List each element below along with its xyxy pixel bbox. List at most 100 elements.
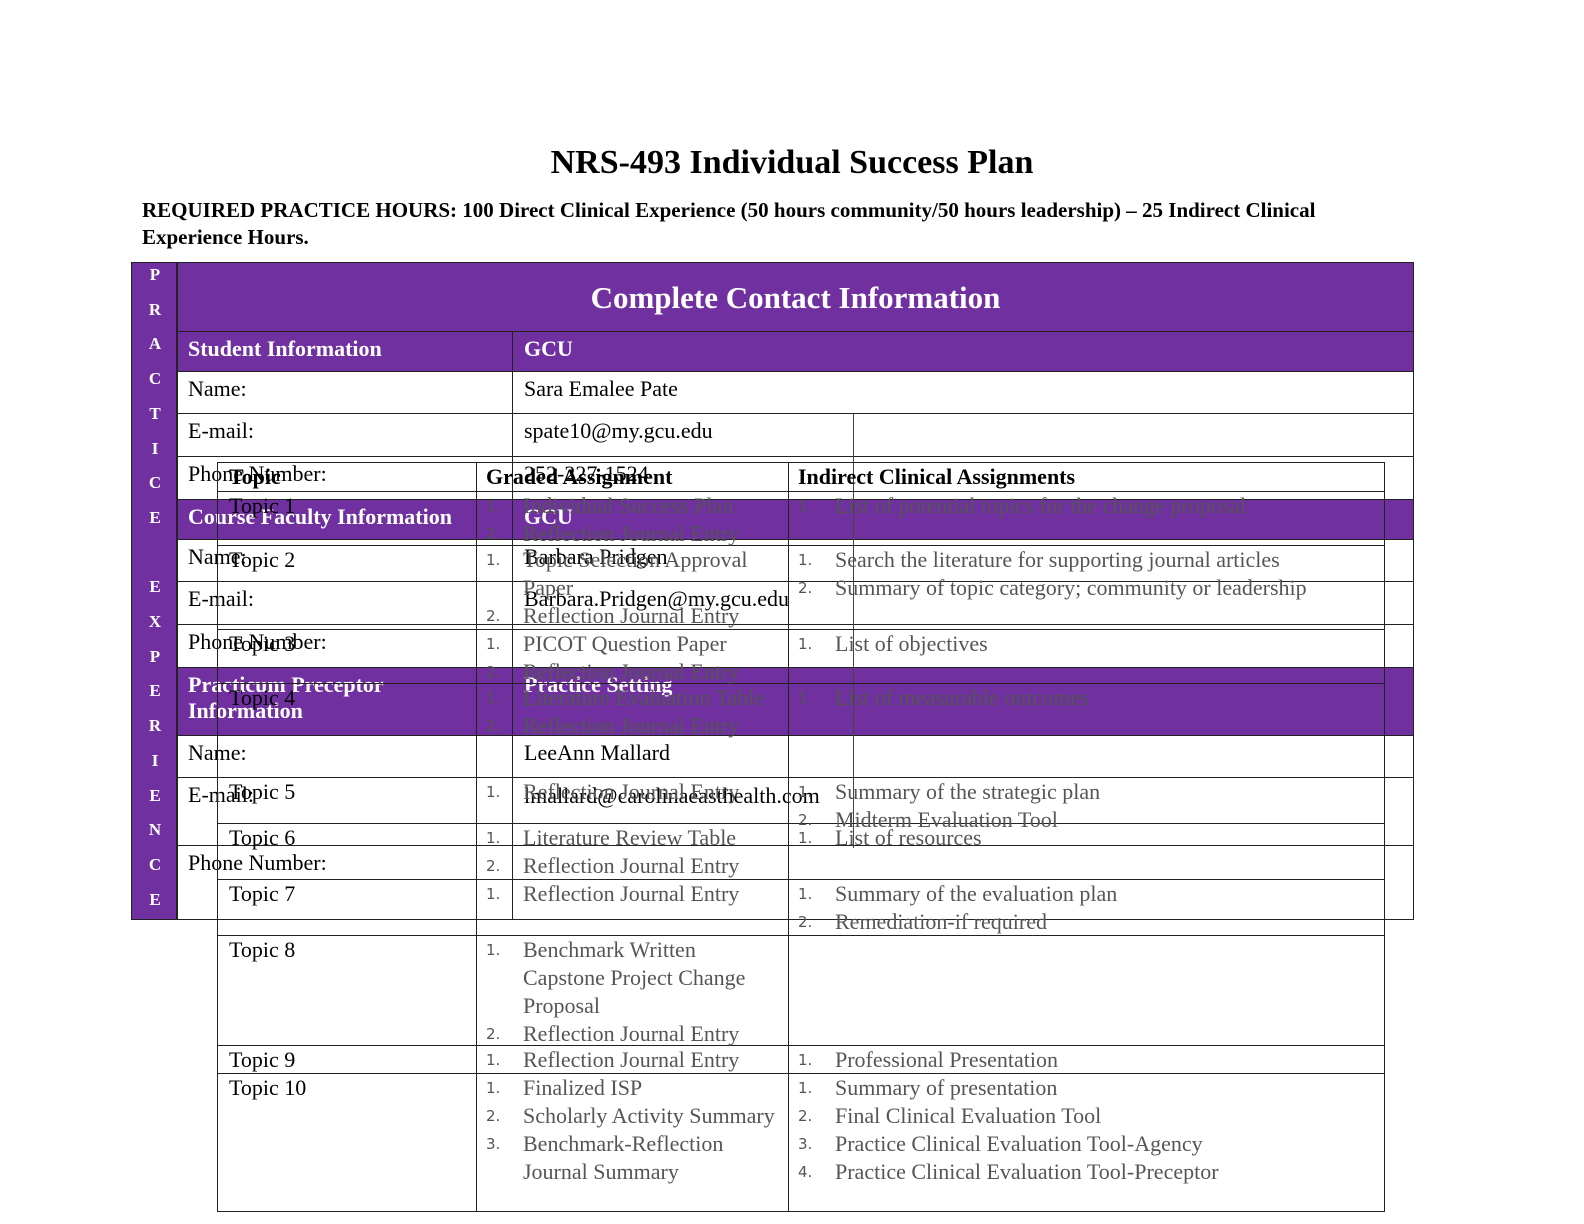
graded-assignment-item: 2. Reflection Journal Entry [486,1020,781,1048]
indirect-assignments-cell: 1. Professional Presentation [798,1046,1378,1074]
list-number: 4. [798,1163,813,1181]
list-number: 2. [486,525,501,543]
indirect-assignments-cell: 1. List of measurable outcomes [798,684,1378,712]
graded-assignment-item: 3. Benchmark-Reflection Journal Summary [486,1130,781,1186]
assignment-text: List of resources [835,825,982,850]
assignment-text: Summary of presentation [835,1075,1058,1100]
topic-row: Topic 2 1. Topic Selection Approval Paper 2… [217,546,1385,630]
indirect-assignment-item: 2. Summary of topic category; community o… [798,574,1378,602]
topic-row: Topic 7 1. Reflection Journal Entry 1. Summa… [217,880,1385,936]
assignment-text: Benchmark-Reflection Journal Summary [523,1131,724,1184]
graded-assignment-item: 1. Literature Evaluation Table [486,684,781,712]
list-number: 1. [486,829,501,847]
student-section-header: Student Information GCU [177,332,1414,372]
graded-assignment-item: 1. Finalized ISP [486,1074,781,1102]
header-topic: Topic [229,464,281,489]
topic-row: Topic 5 1. Reflection Journal Entry 1. Summa… [217,778,1385,832]
assignment-text: Individual Success Plan [523,493,734,518]
assignment-text: Practice Clinical Evaluation Tool-Precep… [835,1159,1219,1184]
assignment-text: Professional Presentation [835,1047,1059,1072]
graded-assignments-cell: 1. Reflection Journal Entry [486,1046,781,1074]
list-number: 1. [486,941,501,959]
topic-label: Topic 3 [229,631,296,656]
assignment-text: Reflection Journal Entry [523,881,740,906]
sidebar-letter: E [149,681,161,701]
student-name-value: Sara Emalee Pate [524,376,678,401]
assignment-text: Reflection Journal Entry [523,659,740,684]
sidebar-letter: C [148,854,162,874]
assignment-text: Reflection Journal Entry [523,713,740,738]
assignment-text: Scholarly Activity Summary [523,1103,775,1128]
assignment-text: Practice Clinical Evaluation Tool-Agency [835,1131,1203,1156]
list-number: 1. [798,1051,813,1069]
graded-assignment-item: 1. Topic Selection Approval Paper [486,546,781,602]
list-number: 1. [798,551,813,569]
graded-assignments-cell: 1. Reflection Journal Entry [486,778,781,806]
indirect-assignment-item: 1. Summary of the evaluation plan [798,880,1378,908]
topic-row: Topic 4 1. Literature Evaluation Table 2. Re… [217,684,1385,778]
topic-label: Topic 2 [229,547,296,572]
assignment-text: Finalized ISP [523,1075,643,1100]
indirect-assignment-item: 1. Professional Presentation [798,1046,1378,1074]
list-number: 2. [798,1107,813,1125]
graded-assignments-cell: 1. Literature Review Table 2. Reflection Jo… [486,824,781,880]
list-number: 1. [486,551,501,569]
indirect-assignment-item: 1. List of potential topics for the chang… [798,492,1378,520]
sidebar-letter: A [148,334,162,354]
assignment-text: List of measurable outcomes [835,685,1089,710]
topics-header-row: Topic Graded Assignment Indirect Clinica… [217,462,1385,492]
topic-label: Topic 8 [229,937,296,962]
graded-assignment-item: 1. Individual Success Plan [486,492,781,520]
list-number: 2. [486,663,501,681]
contact-banner: Complete Contact Information [177,262,1414,332]
list-number: 2. [486,1107,501,1125]
indirect-assignments-cell: 1. List of resources [798,824,1378,852]
list-number: 3. [486,1135,501,1153]
sidebar-letter: P [149,265,161,284]
indirect-assignment-item: 3. Practice Clinical Evaluation Tool-Agen… [798,1130,1378,1158]
sidebar-letter: X [148,612,162,631]
list-number: 1. [486,885,501,903]
indirect-assignments-cell: 1. List of objectives [798,630,1378,658]
list-number: 2. [486,1025,501,1043]
indirect-assignment-item: 1. Summary of presentation [798,1074,1378,1102]
list-number: 1. [486,689,501,707]
graded-assignment-item: 2. Reflection Journal Entry [486,852,781,880]
practice-experience-sidebar: PRACTICEEXPERIENCE [131,262,177,920]
assignment-text: List of objectives [835,631,988,656]
student-header-label: Student Information [188,336,382,361]
indirect-assignment-item: 1. Search the literature for supporting j… [798,546,1378,574]
list-number: 1. [798,1079,813,1097]
assignment-text: Reflection Journal Entry [523,1047,740,1072]
list-number: 1. [486,1051,501,1069]
list-number: 1. [798,783,813,801]
topic-row: Topic 3 1. PICOT Question Paper 2. Reflectio… [217,630,1385,684]
graded-assignment-item: 2. Reflection Journal Entry [486,520,781,548]
sidebar-letter: R [148,299,162,319]
list-number: 1. [798,829,813,847]
graded-assignments-cell: 1. Finalized ISP 2. Scholarly Activity Summ… [486,1074,781,1186]
assignment-text: Reflection Journal Entry [523,521,740,546]
graded-assignment-item: 2. Reflection Journal Entry [486,658,781,686]
topic-label: Topic 5 [229,779,296,804]
indirect-assignment-item: 1. List of resources [798,824,1378,852]
assignment-text: Benchmark Written Capstone Project Chang… [523,937,746,1018]
graded-assignments-cell: 1. Benchmark Written Capstone Project Cha… [486,936,781,1048]
student-name-label: Name: [188,376,247,401]
assignment-text: Topic Selection Approval Paper [523,547,748,600]
graded-assignment-item: 2. Reflection Journal Entry [486,712,781,740]
topic-row: Topic 6 1. Literature Review Table 2. Reflec… [217,824,1385,880]
graded-assignment-item: 2. Scholarly Activity Summary [486,1102,781,1130]
graded-assignment-item: 1. Reflection Journal Entry [486,1046,781,1074]
indirect-assignment-item: 2. Remediation-if required [798,908,1378,936]
indirect-assignments-cell: 1. Summary of the evaluation plan 2. Remedi… [798,880,1378,936]
list-number: 1. [798,635,813,653]
header-indirect-assignments: Indirect Clinical Assignments [798,464,1076,489]
indirect-assignment-item: 1. Summary of the strategic plan [798,778,1378,806]
document-title: NRS-493 Individual Success Plan [550,144,1034,181]
graded-assignments-cell: 1. PICOT Question Paper 2. Reflection Journ… [486,630,781,686]
graded-assignment-item: 1. Reflection Journal Entry [486,880,781,908]
sidebar-letter: E [149,785,161,805]
indirect-assignment-item: 1. List of measurable outcomes [798,684,1378,712]
sidebar-letter: P [149,646,161,666]
